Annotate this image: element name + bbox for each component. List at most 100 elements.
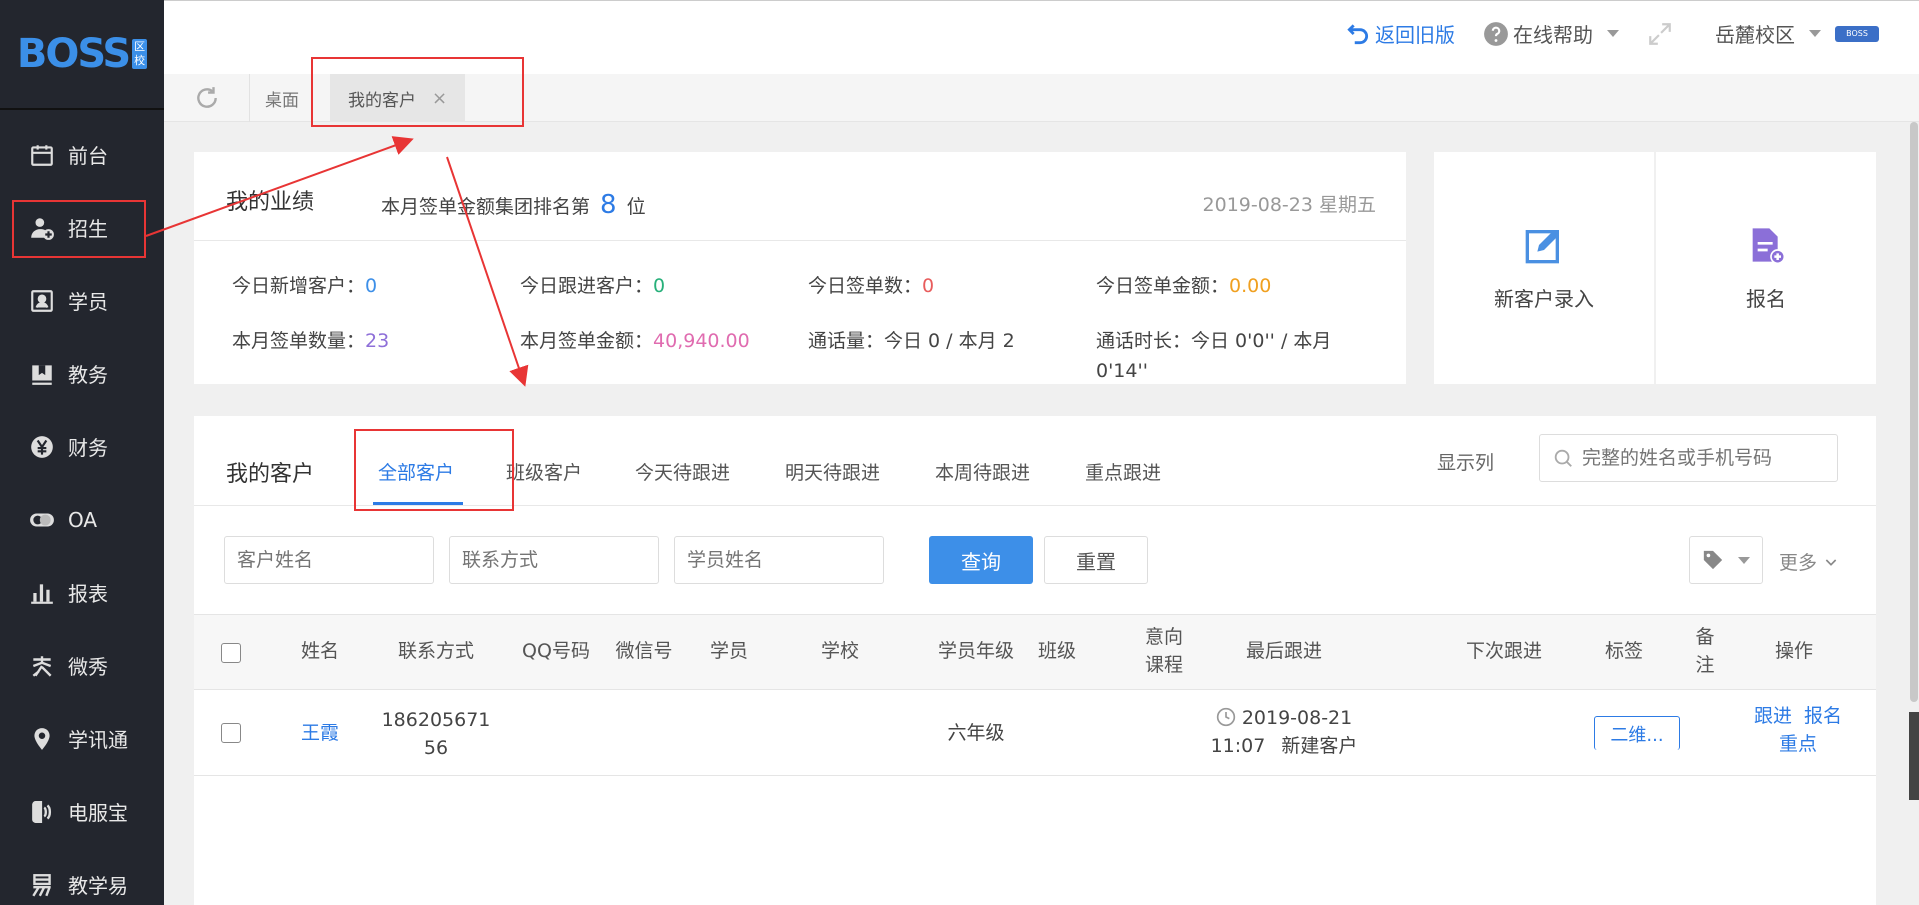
scrollbar-thumb[interactable] — [1910, 122, 1918, 702]
select-all-checkbox[interactable] — [221, 643, 241, 663]
student-grade: 六年级 — [947, 722, 1005, 744]
sidebar-item-students[interactable]: 学员 — [0, 264, 164, 337]
table-row: 王霞 18620567156 六年级 2019-08-21 11:07 新建客户… — [194, 690, 1876, 776]
sidebar-item-xuexuntong[interactable]: 学讯通 — [0, 702, 164, 775]
stat-month-orders: 本月签单数量：23 — [232, 326, 389, 356]
column-header-remark[interactable]: 备注 — [1694, 623, 1716, 679]
sidebar-item-jiaoxueyi[interactable]: 教学易 — [0, 848, 164, 905]
teach-icon — [28, 871, 56, 899]
sidebar-item-label: 微秀 — [68, 655, 108, 679]
tab-strip: 桌面 我的客户 × — [164, 74, 1919, 122]
sidebar-item-reports[interactable]: 报表 — [0, 556, 164, 629]
customer-name-filter[interactable] — [224, 536, 434, 584]
stat-value: 0 — [653, 275, 666, 297]
top-bar: 返回旧版 在线帮助 岳麓校区 BOSS — [164, 0, 1919, 74]
chevron-down-icon — [1825, 558, 1837, 566]
chevron-down-icon — [1607, 30, 1619, 37]
sidebar-item-label: 学讯通 — [68, 728, 128, 752]
fullscreen-button[interactable] — [1647, 21, 1673, 47]
stat-value: 今日 0 / 本月 2 — [884, 330, 1015, 352]
tab-all-customers[interactable]: 全部客户 — [378, 458, 454, 485]
logo-text: BOSS — [16, 31, 131, 77]
tab-class-customers[interactable]: 班级客户 — [506, 458, 582, 485]
close-icon[interactable]: × — [432, 88, 447, 109]
column-header-tag[interactable]: 标签 — [1594, 637, 1654, 665]
contact-filter[interactable] — [449, 536, 659, 584]
tab-key-follow[interactable]: 重点跟进 — [1085, 458, 1161, 485]
new-customer-button[interactable]: 新客户录入 — [1434, 152, 1654, 384]
customer-name-link[interactable]: 王霞 — [290, 719, 350, 747]
sidebar-item-academic[interactable]: 教务 — [0, 337, 164, 410]
sidebar-item-finance[interactable]: 财务 — [0, 410, 164, 483]
follow-up-action[interactable]: 跟进 — [1754, 705, 1792, 727]
sidebar-item-enrollment[interactable]: 招生 — [0, 191, 164, 264]
customer-phone: 18620567156 — [381, 709, 491, 759]
rank-value: 8 — [600, 190, 617, 220]
stat-label: 今日签单数： — [808, 275, 923, 297]
query-button[interactable]: 查询 — [929, 536, 1033, 584]
online-help-dropdown[interactable]: 在线帮助 — [1483, 19, 1619, 48]
phone-icon — [28, 798, 56, 826]
student-name-filter[interactable] — [674, 536, 884, 584]
add-user-icon — [28, 214, 56, 242]
column-header-contact[interactable]: 联系方式 — [386, 637, 486, 665]
column-header-grade[interactable]: 学员年级 — [926, 637, 1026, 665]
logo-badge-top: 区 — [134, 40, 146, 53]
column-header-last-follow[interactable]: 最后跟进 — [1234, 637, 1334, 665]
stat-label: 本月签单数量： — [232, 330, 366, 352]
reset-button[interactable]: 重置 — [1044, 536, 1148, 584]
column-header-wechat[interactable]: 微信号 — [604, 637, 684, 665]
tab-follow-week[interactable]: 本周待跟进 — [935, 458, 1030, 485]
column-header-student[interactable]: 学员 — [699, 637, 759, 665]
top-right-actions: 返回旧版 在线帮助 岳麓校区 BOSS — [1345, 19, 1879, 48]
stat-today-amount: 今日签单金额：0.00 — [1096, 271, 1271, 301]
logo-badge: 区 校 — [132, 39, 148, 69]
sidebar-item-dianfubao[interactable]: 电服宝 — [0, 775, 164, 848]
sidebar-item-weixiu[interactable]: 微秀 — [0, 629, 164, 702]
show-columns-button[interactable]: 显示列 — [1437, 448, 1494, 475]
customer-tag[interactable]: 二维... — [1594, 716, 1680, 750]
back-old-version-link[interactable]: 返回旧版 — [1345, 19, 1455, 48]
register-action[interactable]: 报名 — [1804, 705, 1842, 727]
tab-follow-today[interactable]: 今天待跟进 — [635, 458, 730, 485]
register-button[interactable]: 报名 — [1656, 152, 1876, 384]
sidebar-item-front-desk[interactable]: 前台 — [0, 118, 164, 191]
stat-label: 通话时长： — [1096, 330, 1192, 352]
column-header-next-follow[interactable]: 下次跟进 — [1454, 637, 1554, 665]
last-follow-date: 2019-08-21 — [1241, 707, 1353, 729]
sidebar-item-label: 财务 — [68, 436, 108, 460]
column-header-actions: 操作 — [1774, 640, 1813, 662]
column-header-class[interactable]: 班级 — [1032, 637, 1082, 665]
tab-my-customers[interactable]: 我的客户 × — [330, 74, 466, 122]
tab-desktop[interactable]: 桌面 — [265, 74, 299, 122]
book-icon — [28, 360, 56, 388]
column-header-qq[interactable]: QQ号码 — [516, 637, 596, 665]
calendar-icon — [28, 141, 56, 169]
date-text: 2019-08-23 星期五 — [1202, 194, 1376, 216]
row-checkbox[interactable] — [221, 723, 241, 743]
help-icon — [1484, 21, 1508, 46]
last-follow-time: 11:07 — [1210, 735, 1266, 757]
sidebar-item-oa[interactable]: OA — [0, 483, 164, 556]
stat-value: 0 — [365, 275, 378, 297]
mark-key-action[interactable]: 重点 — [1779, 733, 1817, 755]
stat-call-count: 通话量：今日 0 / 本月 2 — [808, 326, 1015, 356]
refresh-button[interactable] — [164, 74, 250, 122]
divider — [194, 240, 1406, 241]
tab-follow-tomorrow[interactable]: 明天待跟进 — [785, 458, 880, 485]
tag-icon — [1703, 550, 1723, 570]
stat-call-duration: 通话时长：今日 0'0'' / 本月 0'14'' — [1096, 326, 1366, 386]
stat-label: 本月签单金额： — [520, 330, 654, 352]
column-header-school[interactable]: 学校 — [810, 637, 870, 665]
campus-badge[interactable]: BOSS — [1835, 25, 1879, 42]
campus-dropdown[interactable]: 岳麓校区 — [1715, 19, 1821, 48]
refresh-icon — [196, 87, 217, 108]
tag-filter-dropdown[interactable] — [1689, 536, 1763, 584]
column-header-intended-course[interactable]: 意向课程 — [1144, 623, 1184, 679]
more-dropdown[interactable]: 更多 — [1779, 548, 1839, 575]
row-actions: 跟进 报名 重点 — [1750, 702, 1846, 758]
sidebar-item-label: OA — [68, 507, 98, 532]
search-input[interactable] — [1582, 447, 1822, 469]
column-header-name[interactable]: 姓名 — [290, 637, 350, 665]
sidebar-item-label: 招生 — [68, 217, 108, 241]
